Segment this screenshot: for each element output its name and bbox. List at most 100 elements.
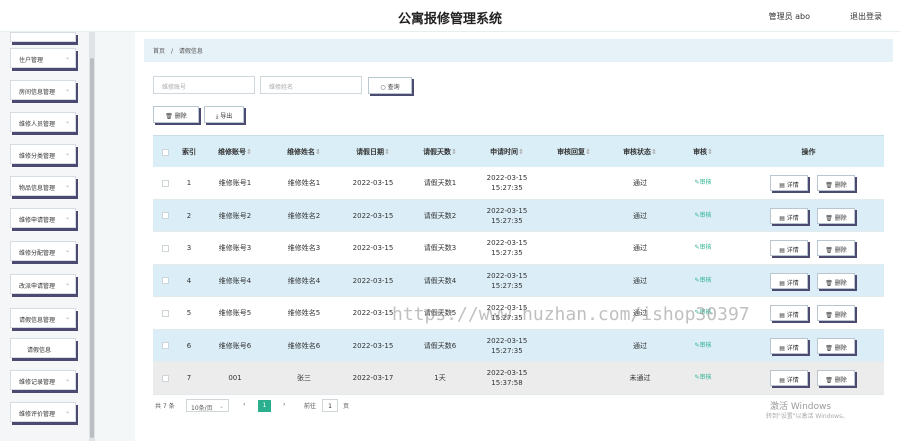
- audit-link[interactable]: ✎ 审核: [673, 200, 733, 232]
- detail-button[interactable]: ▤ 详情: [770, 305, 808, 321]
- audit-link-label: 审核: [699, 211, 712, 219]
- sidebar-item-1[interactable]: 房间信息管理 ⌄: [10, 80, 76, 100]
- detail-button-label: 详情: [786, 247, 799, 254]
- sidebar-item-11[interactable]: 维修评价管理 ⌄: [10, 402, 76, 422]
- cell-status: 通过: [633, 179, 647, 187]
- prev-page-icon[interactable]: ‹: [243, 401, 245, 408]
- sidebar-item-label: 维修记录管理: [19, 379, 56, 386]
- cell-status: 未通过: [629, 374, 651, 382]
- cell-time: 2022-03-15 15:27:35: [486, 206, 528, 225]
- row-select-cell[interactable]: [153, 167, 177, 199]
- header-status[interactable]: 审核状态 ⇕: [607, 136, 673, 168]
- sidebar-item-6[interactable]: 维修分配管理 ⌄: [10, 241, 76, 261]
- chevron-down-icon: ⌄: [64, 408, 70, 415]
- header-days[interactable]: 请假天数 ⇕: [407, 136, 473, 168]
- header-name[interactable]: 维修姓名 ⇕: [269, 136, 339, 168]
- table-row: 3 维修账号3 维修姓名3 2022-03-15 请假天数3 2022-03-15 15:…: [153, 232, 884, 265]
- audit-link[interactable]: ✎ 审核: [673, 362, 733, 394]
- sidebar-item-4[interactable]: 物品信息管理 ⌄: [10, 176, 76, 196]
- detail-button[interactable]: ▤ 详情: [770, 272, 808, 289]
- sidebar-item-0[interactable]: 住户管理 ⌄: [10, 48, 76, 68]
- delete-button[interactable]: 🗑 删除: [817, 207, 855, 224]
- row-checkbox[interactable]: [161, 374, 169, 382]
- detail-button[interactable]: ▤ 详情: [770, 175, 808, 191]
- row-select-cell[interactable]: [153, 330, 177, 362]
- audit-link[interactable]: ✎ 审核: [673, 265, 733, 297]
- audit-link[interactable]: ✎ 审核: [673, 330, 733, 362]
- page-1-button[interactable]: 1: [258, 400, 271, 412]
- detail-button[interactable]: ▤ 详情: [770, 337, 808, 354]
- detail-button[interactable]: ▤ 详情: [770, 207, 808, 224]
- trash-icon: 🗑: [825, 214, 835, 222]
- sort-icon: ⇕: [451, 147, 457, 156]
- sort-icon: ⇕: [518, 147, 524, 156]
- chevron-down-icon: ⌄: [64, 182, 70, 189]
- next-page-icon[interactable]: ›: [283, 401, 285, 408]
- audit-link[interactable]: ✎ 审核: [673, 167, 733, 199]
- cell-name: 张三: [297, 374, 311, 382]
- sidebar-item-5[interactable]: 维修申请管理 ⌄: [10, 208, 76, 228]
- sidebar-scrollbar-thumb[interactable]: [90, 58, 94, 438]
- sidebar-item-3[interactable]: 维修分类管理 ⌄: [10, 144, 76, 164]
- row-checkbox[interactable]: [161, 342, 169, 349]
- header-reply[interactable]: 审核回复 ⇕: [541, 136, 607, 168]
- logout-link[interactable]: 退出登录: [850, 11, 882, 22]
- cell-name: 维修姓名2: [287, 211, 321, 220]
- row-select-cell[interactable]: [153, 297, 177, 329]
- search-button[interactable]: ○ 查询: [368, 77, 412, 94]
- header-audit[interactable]: 审核 ⇕: [673, 136, 733, 168]
- header-time[interactable]: 申请时间 ⇕: [473, 136, 541, 168]
- header-date[interactable]: 请假日期 ⇕: [339, 136, 407, 168]
- cell-reply: [541, 265, 607, 297]
- export-button[interactable]: ⤓ 导出: [204, 106, 244, 123]
- delete-button[interactable]: 🗑 删除: [817, 175, 855, 191]
- row-checkbox[interactable]: [161, 309, 169, 317]
- audit-link-label: 审核: [699, 341, 712, 349]
- sidebar-item-8[interactable]: 请假信息管理 ⌄: [10, 308, 76, 328]
- sidebar-item-9[interactable]: 请假信息: [10, 338, 76, 358]
- trash-icon: 🗑: [825, 279, 835, 287]
- detail-button[interactable]: ▤ 详情: [770, 370, 808, 386]
- breadcrumb-current: 请假信息: [178, 48, 203, 55]
- detail-button[interactable]: ▤ 详情: [770, 240, 808, 256]
- delete-button[interactable]: 🗑 删除: [817, 337, 855, 354]
- batch-delete-button[interactable]: 🗑 删除: [153, 106, 199, 123]
- detail-button-label: 详情: [786, 377, 799, 384]
- sidebar-item-label: 维修人员管理: [19, 121, 56, 128]
- cell-date: 2022-03-15: [352, 341, 394, 350]
- delete-button[interactable]: 🗑 删除: [817, 272, 855, 289]
- delete-button-label: 删除: [834, 344, 847, 352]
- cell-status: 通过: [633, 211, 647, 220]
- row-select-cell[interactable]: [153, 265, 177, 297]
- row-checkbox[interactable]: [161, 179, 169, 187]
- header-select-all[interactable]: [153, 136, 177, 168]
- header-account[interactable]: 维修账号 ⇕: [201, 136, 269, 168]
- row-select-cell[interactable]: [153, 200, 177, 232]
- name-search-input[interactable]: 维修姓名: [260, 76, 362, 94]
- row-select-cell[interactable]: [153, 232, 177, 264]
- row-checkbox[interactable]: [161, 277, 169, 284]
- page-size-select[interactable]: 10条/页 ⌄: [186, 399, 229, 412]
- top-header: 公寓报修管理系统 管理员 abo 退出登录: [0, 0, 900, 32]
- select-all-checkbox[interactable]: [161, 148, 169, 156]
- header-days-label: 请假天数: [423, 147, 452, 156]
- cell-name: 维修姓名1: [287, 179, 321, 187]
- delete-button[interactable]: 🗑 删除: [817, 370, 855, 386]
- row-select-cell[interactable]: [153, 362, 177, 394]
- audit-link[interactable]: ✎ 审核: [673, 232, 733, 264]
- windows-activation-hint: 转到"设置"以激活 Windows。: [766, 413, 849, 420]
- sidebar-item-top[interactable]: [10, 32, 76, 42]
- row-checkbox[interactable]: [161, 212, 169, 219]
- delete-button[interactable]: 🗑 删除: [817, 240, 855, 256]
- account-search-input[interactable]: 维修账号: [153, 76, 255, 94]
- search-button-label: 查询: [387, 84, 400, 91]
- sidebar-item-2[interactable]: 维修人员管理 ⌄: [10, 112, 76, 132]
- sidebar-item-10[interactable]: 维修记录管理 ⌄: [10, 370, 76, 390]
- cell-reply: [541, 232, 607, 264]
- goto-page-input[interactable]: 1: [322, 399, 338, 412]
- row-checkbox[interactable]: [161, 244, 169, 252]
- sidebar-item-7[interactable]: 改派申请管理 ⌄: [10, 274, 76, 294]
- breadcrumb-home[interactable]: 首页: [153, 48, 165, 55]
- delete-button[interactable]: 🗑 删除: [817, 305, 855, 321]
- sidebar-item-label: 物品信息管理: [19, 185, 56, 192]
